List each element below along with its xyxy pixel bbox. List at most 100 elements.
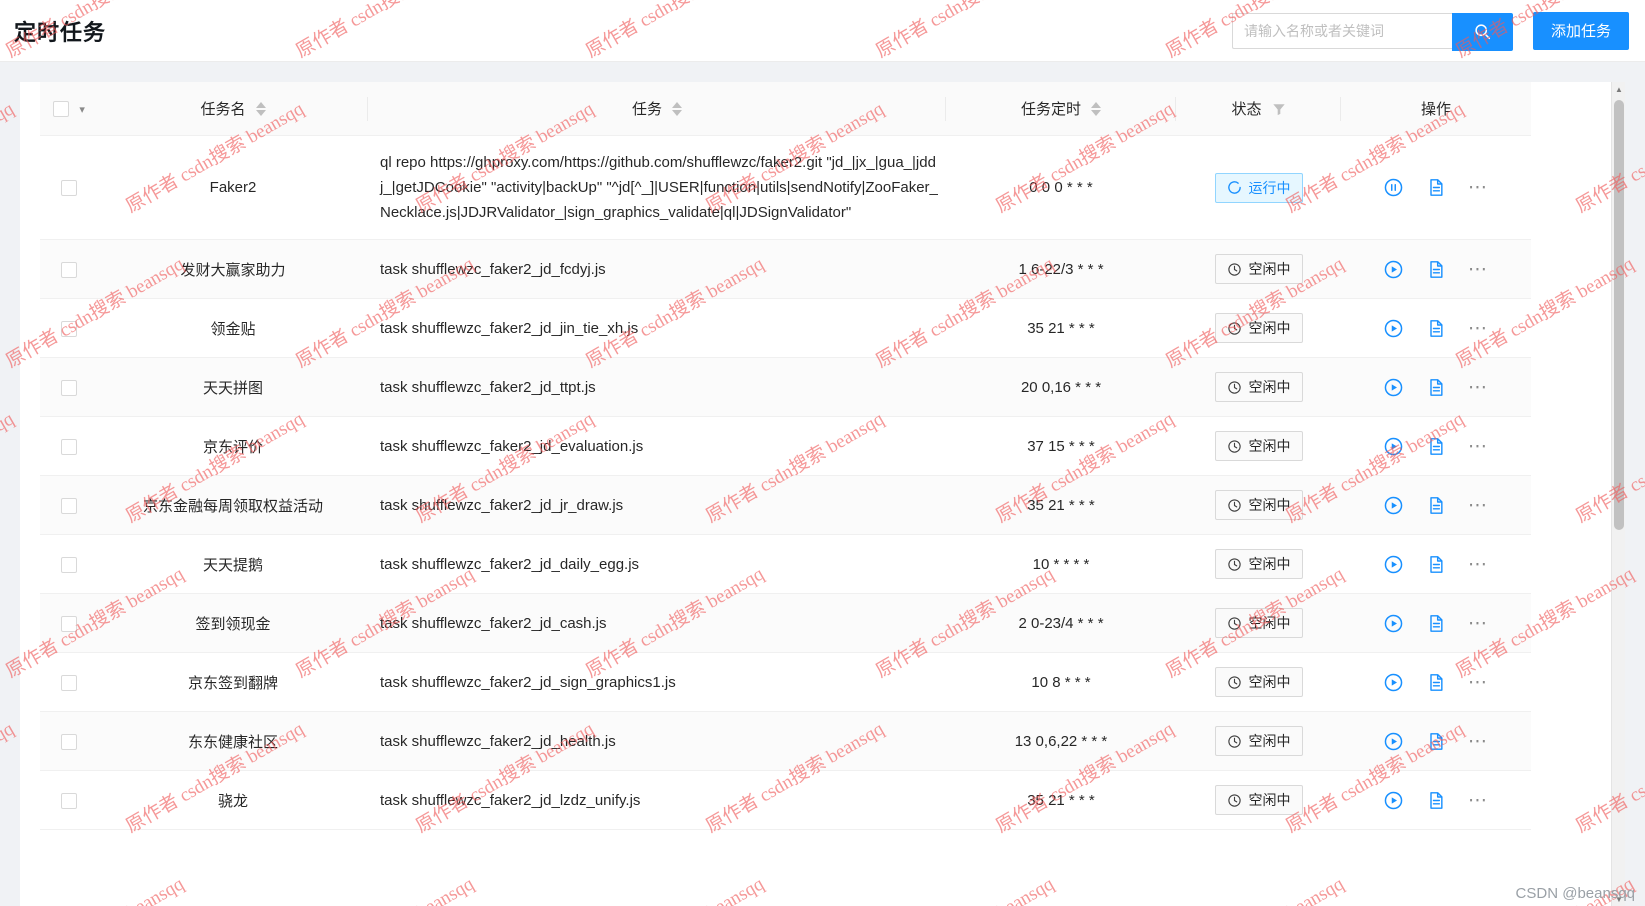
- col-header-cron[interactable]: 任务定时: [946, 82, 1176, 136]
- more-icon[interactable]: ⋯: [1468, 260, 1489, 279]
- more-icon[interactable]: ⋯: [1468, 319, 1489, 338]
- more-icon[interactable]: ⋯: [1468, 791, 1489, 810]
- play-icon[interactable]: [1383, 554, 1404, 575]
- table-row[interactable]: 发财大赢家助力 task shufflewzc_faker2_jd_fcdyj.j…: [40, 239, 1531, 299]
- scroll-up-arrow[interactable]: ▲: [1612, 82, 1625, 96]
- sort-icon-cron[interactable]: [1091, 101, 1101, 116]
- task-cron-cell: 20 0,16 * * *: [946, 357, 1176, 417]
- table-row[interactable]: 天天拼图 task shufflewzc_faker2_jd_ttpt.js 20 …: [40, 357, 1531, 417]
- task-cron-cell: 0 0 0 * * *: [946, 135, 1176, 240]
- col-select-all: ▾: [40, 82, 98, 136]
- more-icon[interactable]: ⋯: [1468, 496, 1489, 515]
- task-status-cell: 空闲中: [1176, 770, 1341, 830]
- play-icon[interactable]: [1383, 790, 1404, 811]
- status-badge-label: 空闲中: [1248, 615, 1291, 631]
- log-icon[interactable]: [1426, 177, 1446, 198]
- row-actions: ⋯: [1349, 495, 1523, 516]
- play-icon[interactable]: [1383, 259, 1404, 280]
- table-row[interactable]: 京东金融每周领取权益活动 task shufflewzc_faker2_jd_jr…: [40, 475, 1531, 535]
- select-all-checkbox[interactable]: [53, 101, 70, 118]
- task-command-cell: task shufflewzc_faker2_jd_health.js: [368, 711, 946, 771]
- table-row[interactable]: 签到领现金 task shufflewzc_faker2_jd_cash.js 2 …: [40, 593, 1531, 653]
- log-icon[interactable]: [1426, 318, 1446, 339]
- col-header-status-label: 状态: [1231, 101, 1262, 118]
- log-icon[interactable]: [1426, 731, 1446, 752]
- log-icon[interactable]: [1426, 377, 1446, 398]
- task-cron-cell: 37 15 * * *: [946, 416, 1176, 476]
- row-checkbox[interactable]: [61, 674, 77, 691]
- row-checkbox[interactable]: [61, 497, 77, 514]
- pause-icon[interactable]: [1383, 177, 1404, 198]
- play-icon[interactable]: [1383, 495, 1404, 516]
- clock-icon: [1227, 380, 1242, 395]
- log-icon[interactable]: [1426, 436, 1446, 457]
- filter-icon-status[interactable]: [1272, 102, 1286, 116]
- task-name-cell: Faker2: [98, 135, 368, 240]
- status-badge: 空闲中: [1214, 490, 1303, 520]
- more-icon[interactable]: ⋯: [1468, 437, 1489, 456]
- sort-icon-command[interactable]: [672, 101, 682, 116]
- more-icon[interactable]: ⋯: [1468, 614, 1489, 633]
- content-area: ▾ 任务名 任务 任务定时 状态 操作 Faker2 ql repo https…: [0, 62, 1645, 906]
- play-icon[interactable]: [1383, 436, 1404, 457]
- table-row[interactable]: 领金贴 task shufflewzc_faker2_jd_jin_tie_xh.…: [40, 298, 1531, 358]
- task-ops-cell: ⋯: [1341, 711, 1531, 771]
- status-badge: 空闲中: [1214, 372, 1303, 402]
- more-icon[interactable]: ⋯: [1468, 732, 1489, 751]
- clock-icon: [1227, 557, 1242, 572]
- task-name-cell: 东东健康社区: [98, 711, 368, 771]
- play-icon[interactable]: [1383, 731, 1404, 752]
- col-header-command[interactable]: 任务: [368, 82, 946, 136]
- add-task-button[interactable]: 添加任务: [1532, 11, 1629, 50]
- status-badge-label: 空闲中: [1248, 556, 1291, 572]
- task-name-cell: 天天提鹅: [98, 534, 368, 594]
- task-command-cell: task shufflewzc_faker2_jd_daily_egg.js: [368, 534, 946, 594]
- log-icon[interactable]: [1426, 495, 1446, 516]
- col-header-status[interactable]: 状态: [1176, 82, 1341, 136]
- row-checkbox[interactable]: [61, 320, 77, 337]
- row-checkbox[interactable]: [61, 792, 77, 809]
- row-checkbox[interactable]: [61, 180, 77, 197]
- more-icon[interactable]: ⋯: [1468, 555, 1489, 574]
- task-status-cell: 空闲中: [1176, 475, 1341, 535]
- task-ops-cell: ⋯: [1341, 416, 1531, 476]
- play-icon[interactable]: [1383, 377, 1404, 398]
- vertical-scrollbar[interactable]: ▲ ▼: [1611, 82, 1625, 906]
- row-checkbox[interactable]: [61, 615, 77, 632]
- row-checkbox[interactable]: [61, 438, 77, 455]
- more-icon[interactable]: ⋯: [1468, 378, 1489, 397]
- play-icon[interactable]: [1383, 672, 1404, 693]
- more-icon[interactable]: ⋯: [1468, 673, 1489, 692]
- log-icon[interactable]: [1426, 613, 1446, 634]
- table-row[interactable]: Faker2 ql repo https://ghproxy.com/https:…: [40, 135, 1531, 240]
- task-cron-cell: 35 21 * * *: [946, 298, 1176, 358]
- row-checkbox[interactable]: [61, 261, 77, 278]
- log-icon[interactable]: [1426, 790, 1446, 811]
- col-header-name[interactable]: 任务名: [98, 82, 368, 136]
- clock-icon: [1227, 793, 1242, 808]
- search-button[interactable]: [1451, 12, 1513, 51]
- table-row[interactable]: 京东评价 task shufflewzc_faker2_jd_evaluation…: [40, 416, 1531, 476]
- row-checkbox[interactable]: [61, 379, 77, 396]
- table-row[interactable]: 东东健康社区 task shufflewzc_faker2_jd_health.j…: [40, 711, 1531, 771]
- more-icon[interactable]: ⋯: [1468, 178, 1489, 197]
- row-select-cell: [40, 711, 98, 771]
- log-icon[interactable]: [1426, 259, 1446, 280]
- chevron-down-icon[interactable]: ▾: [79, 103, 85, 116]
- log-icon[interactable]: [1426, 672, 1446, 693]
- play-icon[interactable]: [1383, 613, 1404, 634]
- sort-icon-name[interactable]: [255, 101, 266, 116]
- table-row[interactable]: 天天提鹅 task shufflewzc_faker2_jd_daily_egg.…: [40, 534, 1531, 594]
- table-row[interactable]: 骁龙 task shufflewzc_faker2_jd_lzdz_unify.j…: [40, 770, 1531, 830]
- table-row[interactable]: 京东签到翻牌 task shufflewzc_faker2_jd_sign_gra…: [40, 652, 1531, 712]
- scrollbar-thumb[interactable]: [1614, 100, 1624, 530]
- row-checkbox[interactable]: [61, 556, 77, 573]
- row-checkbox[interactable]: [61, 733, 77, 750]
- task-name-cell: 骁龙: [98, 770, 368, 830]
- log-icon[interactable]: [1426, 554, 1446, 575]
- search-input[interactable]: [1231, 12, 1452, 49]
- row-actions: ⋯: [1349, 318, 1523, 339]
- clock-icon: [1227, 616, 1242, 631]
- play-icon[interactable]: [1383, 318, 1404, 339]
- row-select-cell: [40, 135, 98, 240]
